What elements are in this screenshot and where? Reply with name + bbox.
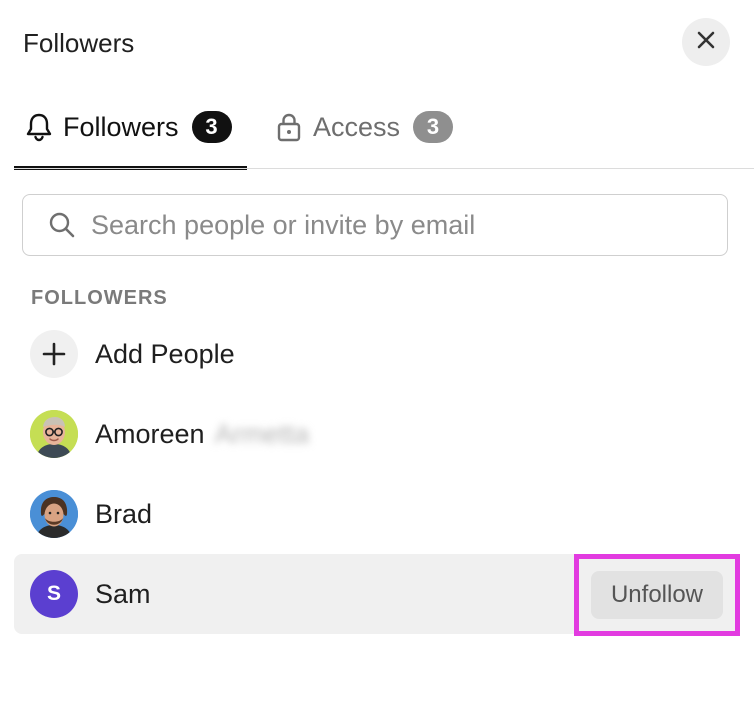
- follower-row[interactable]: Amoreen Armetta: [14, 394, 738, 474]
- unfollow-highlight-box: Unfollow: [574, 554, 740, 636]
- search-field[interactable]: [22, 194, 728, 256]
- bell-icon: [24, 112, 54, 142]
- plus-icon: [30, 330, 78, 378]
- tab-followers[interactable]: Followers 3: [14, 98, 247, 170]
- follower-surname-obscured: Armetta: [214, 418, 310, 449]
- tab-bar: Followers 3 Access 3: [14, 98, 754, 170]
- tab-access-count-badge: 3: [413, 111, 454, 143]
- unfollow-button[interactable]: Unfollow: [591, 571, 723, 619]
- avatar: [30, 410, 78, 458]
- lock-icon: [274, 112, 304, 142]
- avatar: [30, 490, 78, 538]
- search-input[interactable]: [91, 209, 691, 241]
- add-people-row[interactable]: Add People: [14, 314, 738, 394]
- add-people-label: Add People: [95, 339, 235, 369]
- tabs-divider: [14, 168, 754, 169]
- tab-access-label: Access: [313, 112, 401, 142]
- follower-name: Sam: [95, 579, 151, 609]
- tab-access[interactable]: Access 3: [274, 98, 474, 170]
- tab-followers-count-badge: 3: [191, 111, 232, 143]
- panel-title: Followers: [23, 28, 135, 58]
- follower-row[interactable]: Brad: [14, 474, 738, 554]
- close-icon: [696, 30, 716, 55]
- follower-name: Amoreen: [95, 419, 205, 449]
- follower-name: Brad: [95, 499, 153, 529]
- close-button[interactable]: [682, 18, 730, 66]
- followers-section-label: FOLLOWERS: [31, 287, 168, 309]
- avatar: S: [30, 570, 78, 618]
- tab-followers-label: Followers: [63, 112, 179, 142]
- search-icon: [47, 210, 77, 240]
